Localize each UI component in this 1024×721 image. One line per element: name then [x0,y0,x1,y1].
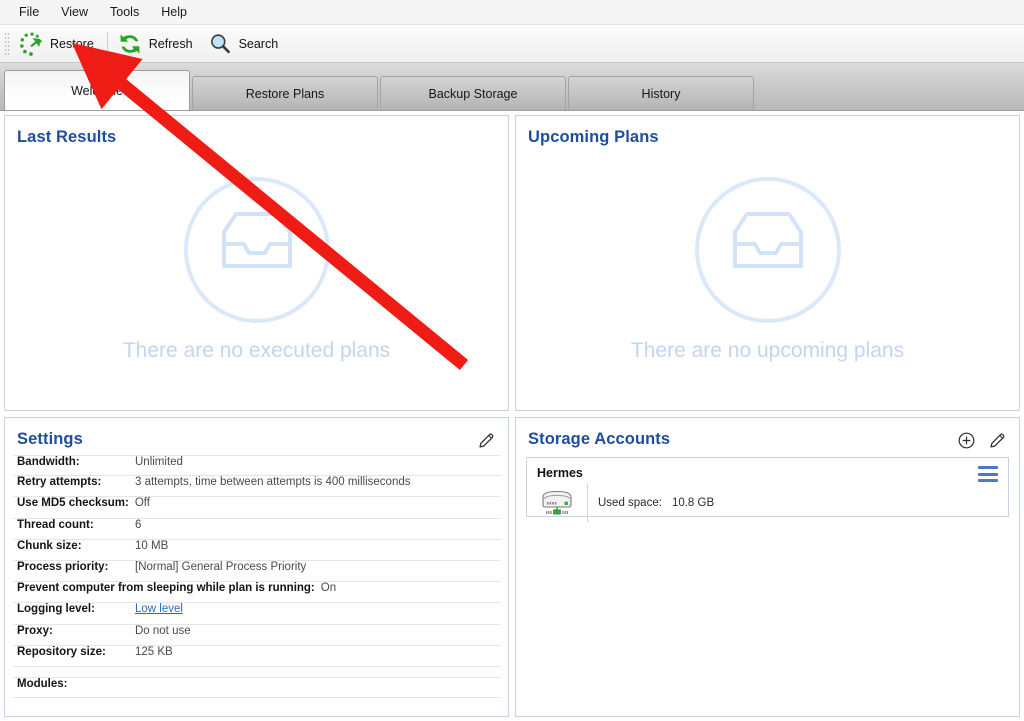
menu-item-file[interactable]: File [8,3,50,22]
nas-device-icon [537,483,577,522]
storage-account-body: Used space: 10.8 GB [537,483,998,522]
hamburger-menu-icon[interactable] [978,466,998,482]
restore-button[interactable]: Restore [13,26,103,62]
settings-row: Logging level: Low level [13,603,500,625]
modules-label: Modules: [17,677,68,690]
setting-value: 10 MB [135,539,169,552]
search-button-label: Search [238,36,279,51]
upcoming-plans-panel: Upcoming Plans There are no upcoming pla… [515,115,1020,411]
pencil-icon[interactable] [988,431,1007,455]
settings-row-modules: Modules: [13,676,500,699]
circle-plus-icon[interactable] [957,431,976,455]
settings-list: Bandwidth: Unlimited Retry attempts: 3 a… [5,449,508,699]
inbox-tray-icon [692,174,844,331]
tab-restore-plans[interactable]: Restore Plans [192,76,378,110]
setting-label: Logging level: [17,603,95,616]
toolbar-separator [106,31,108,56]
search-button[interactable]: Search [202,26,288,62]
setting-label: Use MD5 checksum: [17,497,129,510]
storage-accounts-panel: Storage Accounts Hermes Used space: 10.8… [515,417,1020,717]
settings-row: Bandwidth: Unlimited [13,455,500,477]
storage-account-divider [587,483,588,522]
upcoming-plans-title: Upcoming Plans [528,128,659,146]
storage-accounts-list: Hermes Used space: 10.8 GB [516,449,1019,522]
tab-welcome[interactable]: Welcome [4,70,190,110]
setting-value: 3 attempts, time between attempts is 400… [135,476,411,489]
settings-title: Settings [17,430,83,448]
setting-label: Process priority: [17,560,109,573]
setting-label: Proxy: [17,624,53,637]
bottom-panels-row: Settings Bandwidth: Unlimited Retry atte… [4,417,1020,717]
last-results-empty-text: There are no executed plans [122,339,391,362]
setting-label: Thread count: [17,518,94,531]
settings-row: Thread count: 6 [13,519,500,540]
setting-value: 6 [135,518,142,531]
setting-value: 125 KB [135,645,173,658]
setting-label: Bandwidth: [17,456,80,468]
refresh-button[interactable]: Refresh [112,26,202,62]
settings-row: Process priority: [Normal] General Proce… [13,560,500,583]
setting-value: Do not use [135,624,191,637]
upcoming-plans-empty-text: There are no upcoming plans [630,339,905,362]
storage-accounts-title: Storage Accounts [528,430,671,448]
storage-account-name: Hermes [537,466,583,480]
application-window: File View Tools Help Restore Refresh Sea… [0,0,1024,721]
tab-welcome-label: Welcome [71,83,123,98]
pencil-icon[interactable] [477,431,496,455]
settings-row: Repository size: 125 KB [13,646,500,667]
toolbar-grip[interactable] [4,31,10,56]
menu-bar: File View Tools Help [0,0,1024,25]
setting-value: Unlimited [135,456,183,468]
tab-backup-storage[interactable]: Backup Storage [380,76,566,110]
welcome-page: Last Results There are no executed plans… [0,111,1024,721]
refresh-button-label: Refresh [148,36,193,51]
settings-panel-actions [477,431,496,455]
upcoming-plans-empty-state: There are no upcoming plans [516,160,1019,410]
refresh-icon [117,31,143,57]
menu-item-help[interactable]: Help [150,3,198,22]
settings-row: Retry attempts: 3 attempts, time between… [13,476,500,498]
top-panels-row: Last Results There are no executed plans… [4,115,1020,411]
settings-row: Chunk size: 10 MB [13,540,500,561]
storage-account-used-label: Used space: [598,496,662,509]
restore-button-label: Restore [50,36,94,51]
restore-icon [18,31,44,57]
setting-label: Prevent computer from sleeping while pla… [17,582,315,595]
setting-label: Repository size: [17,645,106,658]
settings-row-spacer [13,667,500,677]
setting-value: [Normal] General Process Priority [135,560,307,573]
tab-backup-storage-label: Backup Storage [428,86,518,101]
logging-level-link[interactable]: Low level [135,603,183,615]
settings-panel: Settings Bandwidth: Unlimited Retry atte… [4,417,509,717]
menu-item-tools[interactable]: Tools [99,3,150,22]
tab-history-label: History [641,86,681,101]
last-results-panel: Last Results There are no executed plans [4,115,509,411]
storage-account-card[interactable]: Hermes Used space: 10.8 GB [526,457,1009,522]
inbox-tray-icon [181,174,333,331]
tab-history[interactable]: History [568,76,754,110]
setting-label: Retry attempts: [17,476,102,489]
settings-row: Prevent computer from sleeping while pla… [13,582,500,604]
storage-account-used-value: 10.8 GB [671,496,715,509]
setting-value: Off [134,497,150,510]
last-results-title: Last Results [17,128,117,146]
tab-bar: Welcome Restore Plans Backup Storage His… [0,63,1024,111]
toolbar: Restore Refresh Search [0,25,1024,63]
tab-restore-plans-label: Restore Plans [245,86,325,101]
setting-label: Chunk size: [17,539,82,552]
search-icon [207,31,233,57]
settings-row: Use MD5 checksum: Off [13,497,500,519]
settings-row: Proxy: Do not use [13,625,500,646]
storage-accounts-panel-actions [957,431,1007,455]
menu-item-view[interactable]: View [50,3,99,22]
setting-value: On [320,582,337,595]
last-results-empty-state: There are no executed plans [5,160,508,410]
